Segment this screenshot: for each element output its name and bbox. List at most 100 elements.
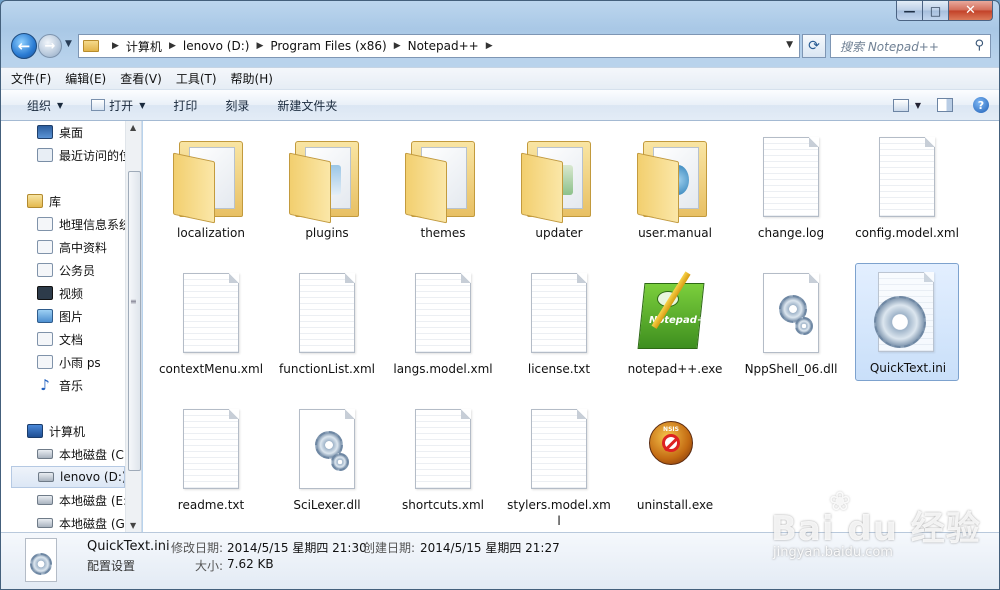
details-modified-value: 2014/5/15 星期四 21:30 [227, 541, 367, 555]
breadcrumb-separator-icon[interactable]: ▶ [256, 41, 263, 51]
file-item-config-model-xml[interactable]: config.model.xml [852, 125, 962, 255]
file-item-shortcuts-xml[interactable]: shortcuts.xml [388, 397, 498, 527]
sidebar-item-label: 小雨 ps [59, 355, 101, 370]
new-folder-label: 新建文件夹 [277, 98, 338, 113]
navigation-row: ← → ▼ ▶ 计算机 ▶ lenovo (D:) ▶ Program File… [1, 29, 999, 63]
file-name: stylers.model.xml [507, 498, 611, 528]
menu-file[interactable]: 文件(F) [11, 70, 51, 87]
sidebar-item-label: 本地磁盘 (C:) [59, 447, 133, 462]
scroll-down-icon[interactable]: ▼ [130, 521, 136, 530]
breadcrumb-notepadpp[interactable]: Notepad++ [408, 39, 479, 53]
burn-label: 刻录 [225, 98, 250, 113]
baidu-watermark: ❀ Bai du 经验 jingyan.baidu.com [771, 487, 991, 575]
file-name: notepad++.exe [627, 362, 723, 376]
sidebar-item-drive-d[interactable]: lenovo (D:) [11, 466, 125, 488]
new-folder-button[interactable]: 新建文件夹 [277, 97, 337, 114]
print-label: 打印 [173, 98, 198, 113]
desktop-icon [37, 125, 53, 139]
breadcrumb-drive[interactable]: lenovo (D:) [183, 39, 250, 53]
file-item-readme-txt[interactable]: readme.txt [156, 397, 266, 527]
scrollbar-grip-icon: ≡ [130, 297, 137, 306]
address-bar[interactable]: ▶ 计算机 ▶ lenovo (D:) ▶ Program Files (x86… [78, 34, 800, 58]
close-button[interactable]: ✕ [949, 1, 993, 21]
file-item-functionlist-xml[interactable]: functionList.xml [272, 261, 382, 391]
dll-gear-icon [751, 271, 831, 355]
file-item-localization[interactable]: localization [156, 125, 266, 255]
document-icon [519, 271, 599, 355]
breadcrumb-separator-icon[interactable]: ▶ [486, 41, 493, 51]
file-name: readme.txt [177, 498, 245, 512]
address-dropdown-icon[interactable]: ▼ [786, 40, 793, 50]
help-icon[interactable]: ? [973, 97, 989, 113]
file-item-stylers-model-xml[interactable]: stylers.model.xml [504, 397, 614, 528]
preview-pane-icon[interactable] [937, 98, 953, 112]
breadcrumb-program-files[interactable]: Program Files (x86) [270, 39, 386, 53]
breadcrumb-separator-icon[interactable]: ▶ [394, 41, 401, 51]
search-input[interactable]: 搜索 Notepad++ ⚲ [830, 34, 991, 58]
file-item-plugins[interactable]: plugins [272, 125, 382, 255]
recent-places-icon [37, 148, 53, 162]
menu-edit[interactable]: 编辑(E) [65, 70, 106, 87]
back-button[interactable]: ← [11, 33, 37, 59]
change-view-icon[interactable] [892, 98, 909, 112]
search-icon[interactable]: ⚲ [974, 38, 984, 53]
file-name: license.txt [527, 362, 591, 376]
file-item-themes[interactable]: themes [388, 125, 498, 255]
file-item-uninstall-exe[interactable]: NSIS uninstall.exe [620, 397, 730, 527]
file-item-license-txt[interactable]: license.txt [504, 261, 614, 391]
details-size-value: 7.62 KB [227, 557, 274, 571]
folder-icon [635, 135, 715, 224]
minimize-button[interactable]: — [896, 1, 923, 21]
dll-gear-icon [287, 407, 367, 491]
organize-button[interactable]: 组织 ▼ [27, 97, 63, 114]
file-name: uninstall.exe [636, 498, 714, 512]
maximize-button[interactable]: □ [923, 1, 949, 21]
details-size-label: 大小: [195, 559, 224, 573]
menu-view[interactable]: 查看(V) [120, 70, 162, 87]
open-button[interactable]: 打开 ▼ [91, 97, 145, 114]
file-name: functionList.xml [279, 362, 375, 376]
sidebar-item-label: 计算机 [49, 424, 86, 439]
breadcrumb-separator-icon[interactable]: ▶ [112, 41, 119, 51]
breadcrumb-separator-icon[interactable]: ▶ [169, 41, 176, 51]
sidebar-scrollbar[interactable]: ▲ ≡ ▼ [125, 121, 141, 532]
sidebar-item-label: lenovo (D:) [60, 470, 125, 484]
file-name: langs.model.xml [393, 362, 493, 376]
file-item-change-log[interactable]: change.log [736, 125, 846, 255]
view-dropdown-icon[interactable]: ▼ [915, 101, 921, 110]
file-item-scilexer-dll[interactable]: SciLexer.dll [272, 397, 382, 527]
file-name: updater [535, 226, 583, 240]
menu-bar: 文件(F) 编辑(E) 查看(V) 工具(T) 帮助(H) [1, 67, 999, 89]
file-item-notepadpp-exe[interactable]: Notepad++ notepad++.exe [620, 261, 730, 391]
file-name: SciLexer.dll [293, 498, 361, 512]
details-created-label: 创建日期: [363, 541, 416, 555]
file-item-contextmenu-xml[interactable]: contextMenu.xml [156, 261, 266, 391]
sidebar-item-label: 文档 [59, 332, 84, 347]
document-icon [171, 271, 251, 355]
burn-button[interactable]: 刻录 [225, 97, 249, 114]
print-button[interactable]: 打印 [173, 97, 197, 114]
recent-pages-chevron-icon[interactable]: ▼ [65, 39, 72, 49]
scroll-up-icon[interactable]: ▲ [130, 123, 136, 132]
file-item-nppshell-dll[interactable]: NppShell_06.dll [736, 261, 846, 391]
watermark-url: jingyan.baidu.com [773, 545, 893, 560]
file-name: themes [420, 226, 466, 240]
drive-icon [37, 518, 53, 528]
drive-icon [38, 472, 54, 482]
scrollbar-thumb[interactable] [128, 171, 141, 471]
file-item-langs-model-xml[interactable]: langs.model.xml [388, 261, 498, 391]
menu-tools[interactable]: 工具(T) [176, 70, 217, 87]
sidebar-item-label: 地理信息系统 [59, 217, 132, 232]
file-item-quicktext-ini[interactable]: QuickText.ini [855, 263, 959, 381]
forward-button[interactable]: → [38, 34, 62, 58]
uninstall-icon: NSIS [627, 401, 723, 497]
details-file-type: 配置设置 [87, 559, 136, 573]
music-icon: ♪ [40, 376, 50, 394]
sidebar-item-label: 高中资料 [59, 240, 108, 255]
menu-help[interactable]: 帮助(H) [231, 70, 273, 87]
breadcrumb-computer[interactable]: 计算机 [126, 38, 162, 55]
file-name: localization [177, 226, 245, 240]
file-item-updater[interactable]: updater [504, 125, 614, 255]
refresh-button[interactable]: ⟳ [802, 34, 826, 58]
file-item-user-manual[interactable]: user.manual [620, 125, 730, 255]
